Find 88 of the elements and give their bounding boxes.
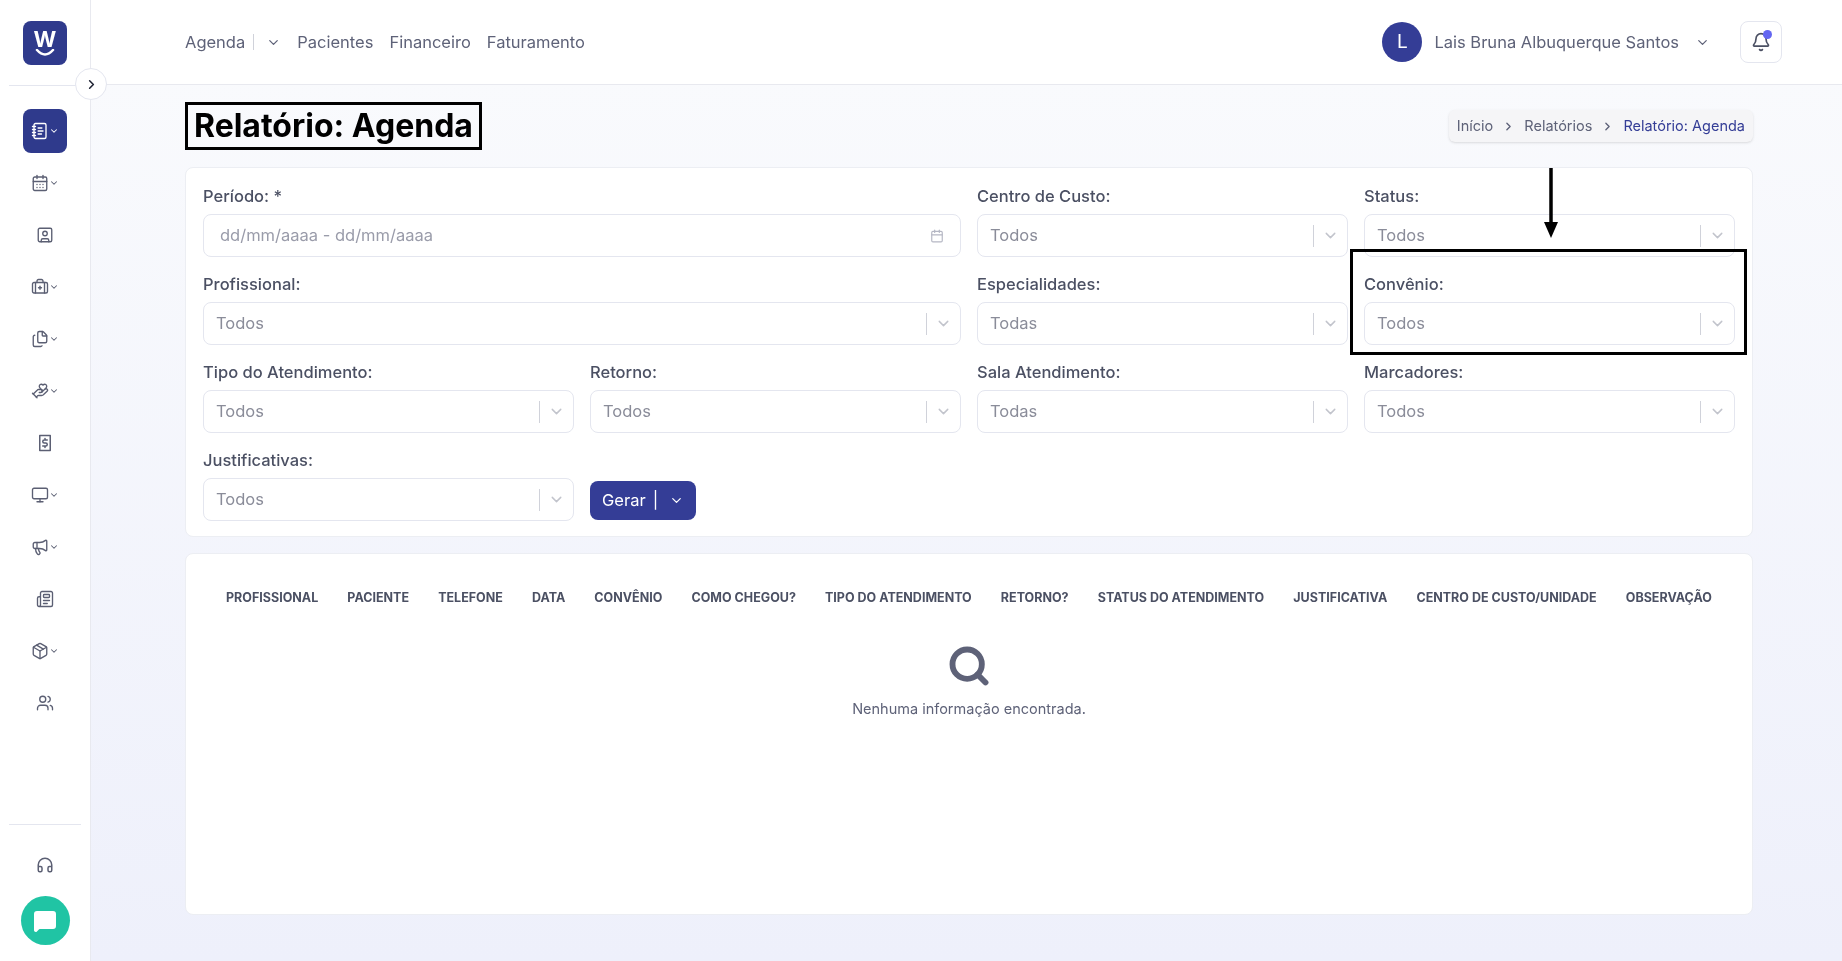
field-label: Status:: [1364, 185, 1421, 207]
headset-icon: [36, 856, 54, 874]
medical-bag-icon: [31, 278, 49, 296]
package-icon: [31, 642, 49, 660]
select-field[interactable]: Todos: [203, 478, 574, 521]
select-placeholder: Todos: [1377, 312, 1426, 336]
field-label: Período: *: [203, 185, 284, 207]
user-menu[interactable]: L Lais Bruna Albuquerque Santos: [1382, 22, 1710, 62]
column-header: CENTRO DE CUSTO/UNIDADE: [1416, 589, 1597, 607]
column-header: RETORNO?: [1000, 589, 1069, 607]
contact-card-icon: [36, 226, 54, 244]
caret-icon: [49, 334, 59, 344]
select-placeholder: Todos: [216, 400, 265, 424]
nav-link[interactable]: Pacientes: [297, 29, 374, 55]
select-field[interactable]: Todos: [203, 390, 574, 433]
column-header: TELEFONE: [438, 589, 503, 607]
breadcrumb-link[interactable]: Início: [1456, 115, 1494, 137]
user-name: Lais Bruna Albuquerque Santos: [1434, 30, 1679, 54]
select-field[interactable]: Todos: [203, 302, 961, 345]
breadcrumb-link[interactable]: Relatórios: [1524, 115, 1593, 137]
megaphone-icon: [31, 538, 49, 556]
collapse-toggle[interactable]: [75, 68, 107, 100]
column-header: PROFISSIONAL: [226, 589, 319, 607]
caret-icon: [49, 178, 59, 188]
select-placeholder: Todos: [990, 224, 1039, 248]
select-placeholder: Todos: [1377, 400, 1426, 424]
column-header: COMO CHEGOU?: [691, 589, 796, 607]
users-icon: [36, 694, 54, 712]
field-label: Centro de Custo:: [977, 185, 1112, 207]
nav-link[interactable]: Financeiro: [389, 29, 471, 55]
bell-icon: [1751, 32, 1771, 52]
generate-button[interactable]: Gerar |: [590, 481, 697, 520]
empty-message: Nenhuma informação encontrada.: [852, 698, 1086, 719]
select-placeholder: Todas: [990, 312, 1039, 336]
field-label: Tipo do Atendimento:: [203, 361, 374, 383]
select-field[interactable]: Todos: [1364, 302, 1735, 345]
nav-link[interactable]: Faturamento: [486, 29, 585, 55]
column-header: DATA: [531, 589, 566, 607]
chat-icon: [33, 908, 57, 933]
column-header: OBSERVAÇÃO: [1625, 589, 1712, 607]
field-label: Justificativas:: [203, 449, 314, 471]
select-placeholder: Todos: [216, 312, 265, 336]
logo[interactable]: W: [23, 20, 67, 65]
page-title: Relatório: Agenda: [185, 102, 482, 150]
select-field[interactable]: Todas: [977, 302, 1348, 345]
breadcrumb-link[interactable]: Relatório: Agenda: [1623, 115, 1745, 137]
select-placeholder: Todos: [603, 400, 652, 424]
select-field[interactable]: Todos: [1364, 214, 1735, 257]
dollar-receipt-icon: [36, 434, 54, 452]
newspaper-icon: [36, 590, 54, 608]
files-icon: [31, 330, 49, 348]
logo-letter: W: [33, 29, 57, 49]
field-label: Profissional:: [203, 273, 302, 295]
caret-icon: [49, 490, 59, 500]
date-placeholder: dd/mm/aaaa - dd/mm/aaaa: [220, 224, 434, 248]
notification-button[interactable]: [1740, 21, 1782, 63]
calendar-icon: [31, 174, 49, 192]
date-range-field[interactable]: dd/mm/aaaa - dd/mm/aaaa: [203, 214, 961, 257]
field-label: Retorno:: [590, 361, 659, 383]
select-field[interactable]: Todos: [590, 390, 961, 433]
column-header: STATUS DO ATENDIMENTO: [1097, 589, 1265, 607]
column-header: PACIENTE: [347, 589, 410, 607]
monitor-icon: [31, 486, 49, 504]
caret-icon: [49, 386, 59, 396]
calendar-icon: [930, 228, 944, 243]
caret-icon: [49, 282, 59, 292]
select-placeholder: Todas: [990, 400, 1039, 424]
avatar: L: [1382, 22, 1423, 62]
select-placeholder: Todos: [1377, 224, 1426, 248]
select-field[interactable]: Todas: [977, 390, 1348, 433]
notebook-icon: [31, 122, 49, 140]
caret-icon: [49, 126, 59, 136]
nav-link[interactable]: Agenda: [185, 29, 246, 55]
column-header: JUSTIFICATIVA: [1293, 589, 1388, 607]
column-header: TIPO DO ATENDIMENTO: [825, 589, 972, 607]
field-label: Sala Atendimento:: [977, 361, 1122, 383]
sidebar-item[interactable]: [23, 109, 67, 153]
select-field[interactable]: Todos: [977, 214, 1348, 257]
field-label: Convênio:: [1364, 273, 1445, 295]
smile-icon: [35, 49, 55, 56]
hand-heart-icon: [31, 382, 49, 400]
select-placeholder: Todos: [216, 488, 265, 512]
field-label: Marcadores:: [1364, 361, 1465, 383]
field-label: Especialidades:: [977, 273, 1102, 295]
column-header: CONVÊNIO: [594, 589, 663, 607]
select-field[interactable]: Todos: [1364, 390, 1735, 433]
caret-icon: [49, 542, 59, 552]
caret-icon: [49, 646, 59, 656]
